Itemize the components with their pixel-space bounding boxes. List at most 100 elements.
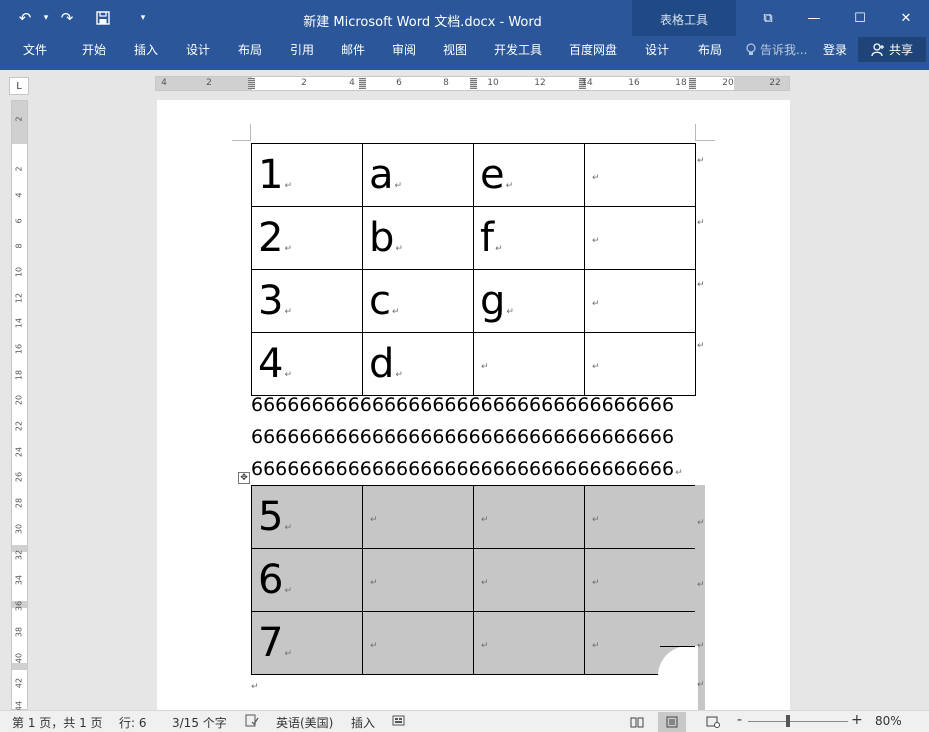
column-marker[interactable] [470, 78, 477, 89]
horizontal-ruler[interactable]: 4 2 2 4 6 8 10 12 14 16 18 20 22 [155, 76, 790, 91]
tab-baidu-netdisk[interactable]: 百度网盘 [569, 41, 617, 58]
zoom-level[interactable]: 80% [875, 714, 902, 728]
tab-developer[interactable]: 开发工具 [494, 41, 542, 58]
undo-button[interactable]: ↶ [10, 6, 40, 30]
read-mode-button[interactable] [623, 712, 651, 732]
redo-button[interactable]: ↷ [52, 6, 82, 30]
table-cell[interactable]: 5↵ [251, 485, 363, 549]
share-button[interactable]: 共享 [858, 37, 926, 62]
insert-mode[interactable]: 插入 [351, 714, 375, 731]
table-cell[interactable]: ↵ [584, 269, 696, 333]
table-cell[interactable]: 3↵ [251, 269, 363, 333]
zoom-out-button[interactable]: - [737, 712, 742, 728]
print-layout-button[interactable] [658, 712, 686, 732]
ruler-number: 10 [487, 78, 499, 88]
line-count[interactable]: 行: 6 [119, 714, 147, 731]
table-cell[interactable]: ↵ [473, 548, 585, 612]
proofing-status[interactable] [245, 714, 259, 730]
table-row: 1↵ a↵ e↵ ↵ [251, 143, 696, 207]
tab-selector[interactable]: L [9, 77, 29, 95]
data-table-1[interactable]: 1↵ a↵ e↵ ↵ 2↵ b↵ f↵ ↵ 3↵ c↵ g↵ ↵ 4↵ d↵ ↵… [251, 143, 696, 396]
login-link[interactable]: 登录 [823, 41, 847, 58]
table-cell[interactable]: ↵ [362, 485, 474, 549]
table-cell[interactable]: ↵ [584, 206, 696, 270]
maximize-button[interactable]: ☐ [837, 0, 883, 36]
body-text-line[interactable]: 66666666666666666666666666666666666 [251, 421, 674, 453]
end-of-cell-mark: ↵ [481, 641, 489, 651]
ruler-number: 18 [14, 369, 24, 381]
page-count[interactable]: 第 1 页，共 1 页 [12, 714, 103, 731]
column-marker[interactable] [359, 78, 366, 89]
customize-qat-button[interactable]: ▾ [128, 6, 158, 30]
tab-insert[interactable]: 插入 [134, 41, 158, 58]
table-cell[interactable]: a↵ [362, 143, 474, 207]
table-cell[interactable]: 4↵ [251, 332, 363, 396]
ruler-number: 26 [14, 471, 24, 483]
ruler-number: 8 [443, 78, 449, 88]
table-cell[interactable]: ↵ [473, 332, 585, 396]
end-of-cell-mark: ↵ [284, 307, 292, 317]
table-cell[interactable]: g↵ [473, 269, 585, 333]
tab-table-layout[interactable]: 布局 [698, 41, 722, 58]
table-cell[interactable]: ↵ [473, 485, 585, 549]
zoom-slider[interactable] [748, 721, 848, 722]
undo-dropdown-button[interactable]: ▾ [40, 6, 52, 30]
table-cell[interactable]: 6↵ [251, 548, 363, 612]
minimize-button[interactable]: — [791, 0, 837, 36]
tell-me-label: 告诉我... [760, 43, 808, 57]
close-button[interactable]: ✕ [883, 0, 929, 36]
tab-references[interactable]: 引用 [290, 41, 314, 58]
table-cell[interactable]: ↵ [362, 611, 474, 675]
crop-mark [695, 140, 715, 141]
ruler-number: 4 [14, 192, 24, 198]
vertical-ruler[interactable]: 2 2 4 6 8 10 12 14 16 18 20 22 24 26 28 … [11, 100, 28, 711]
table-cell[interactable]: ↵ [473, 611, 585, 675]
tab-table-design[interactable]: 设计 [645, 41, 669, 58]
tab-home[interactable]: 开始 [82, 41, 106, 58]
zoom-slider-thumb[interactable] [786, 715, 790, 727]
table-cell[interactable]: ↵ [584, 143, 696, 207]
quick-access-toolbar: ↶ ▾ ↷ ▾ [10, 6, 158, 30]
tab-view[interactable]: 视图 [443, 41, 467, 58]
end-of-row-mark: ↵ [697, 641, 705, 651]
tab-file[interactable]: 文件 [23, 41, 47, 58]
ruler-number: 2 [206, 78, 212, 88]
table-cell[interactable]: f↵ [473, 206, 585, 270]
table-row: 3↵ c↵ g↵ ↵ [251, 269, 696, 333]
close-icon: ✕ [900, 10, 912, 26]
table-cell[interactable]: c↵ [362, 269, 474, 333]
table-cell[interactable]: ↵ [362, 548, 474, 612]
table-cell[interactable]: ↵ [584, 485, 696, 549]
table-cell[interactable]: 1↵ [251, 143, 363, 207]
tell-me-search[interactable]: 告诉我... [746, 41, 807, 58]
table-cell[interactable]: ↵ [584, 548, 696, 612]
body-text-line[interactable]: 66666666666666666666666666666666666 [251, 389, 674, 421]
tab-layout[interactable]: 布局 [238, 41, 262, 58]
table-cell[interactable]: b↵ [362, 206, 474, 270]
table-move-handle[interactable]: ✥ [238, 472, 250, 484]
web-layout-button[interactable] [699, 712, 727, 732]
ribbon-display-options-button[interactable]: ⧉ [745, 0, 791, 36]
macro-recorder[interactable] [392, 714, 405, 730]
ruler-number: 2 [301, 78, 307, 88]
tab-mailings[interactable]: 邮件 [341, 41, 365, 58]
tab-design[interactable]: 设计 [186, 41, 210, 58]
word-count[interactable]: 3/15 个字 [172, 714, 227, 731]
column-marker[interactable] [689, 78, 696, 89]
table-cell[interactable]: e↵ [473, 143, 585, 207]
crop-mark [250, 124, 251, 141]
end-of-cell-mark: ↵ [592, 173, 600, 183]
zoom-in-button[interactable]: + [851, 712, 863, 728]
ruler-number: 8 [14, 243, 24, 249]
body-text-line[interactable]: 66666666666666666666666666666666666↵ [251, 453, 683, 489]
left-indent-marker[interactable] [248, 78, 255, 89]
language[interactable]: 英语(美国) [276, 714, 333, 731]
tab-review[interactable]: 审阅 [392, 41, 416, 58]
table-cell[interactable]: 7↵ [251, 611, 363, 675]
save-button[interactable] [88, 6, 118, 30]
end-of-row-mark: ↵ [697, 518, 705, 528]
table-cell[interactable]: ↵ [584, 332, 696, 396]
data-table-2[interactable]: 5↵ ↵ ↵ ↵ 6↵ ↵ ↵ ↵ 7↵ ↵ ↵ ↵ [251, 485, 696, 675]
table-cell[interactable]: d↵ [362, 332, 474, 396]
table-cell[interactable]: 2↵ [251, 206, 363, 270]
